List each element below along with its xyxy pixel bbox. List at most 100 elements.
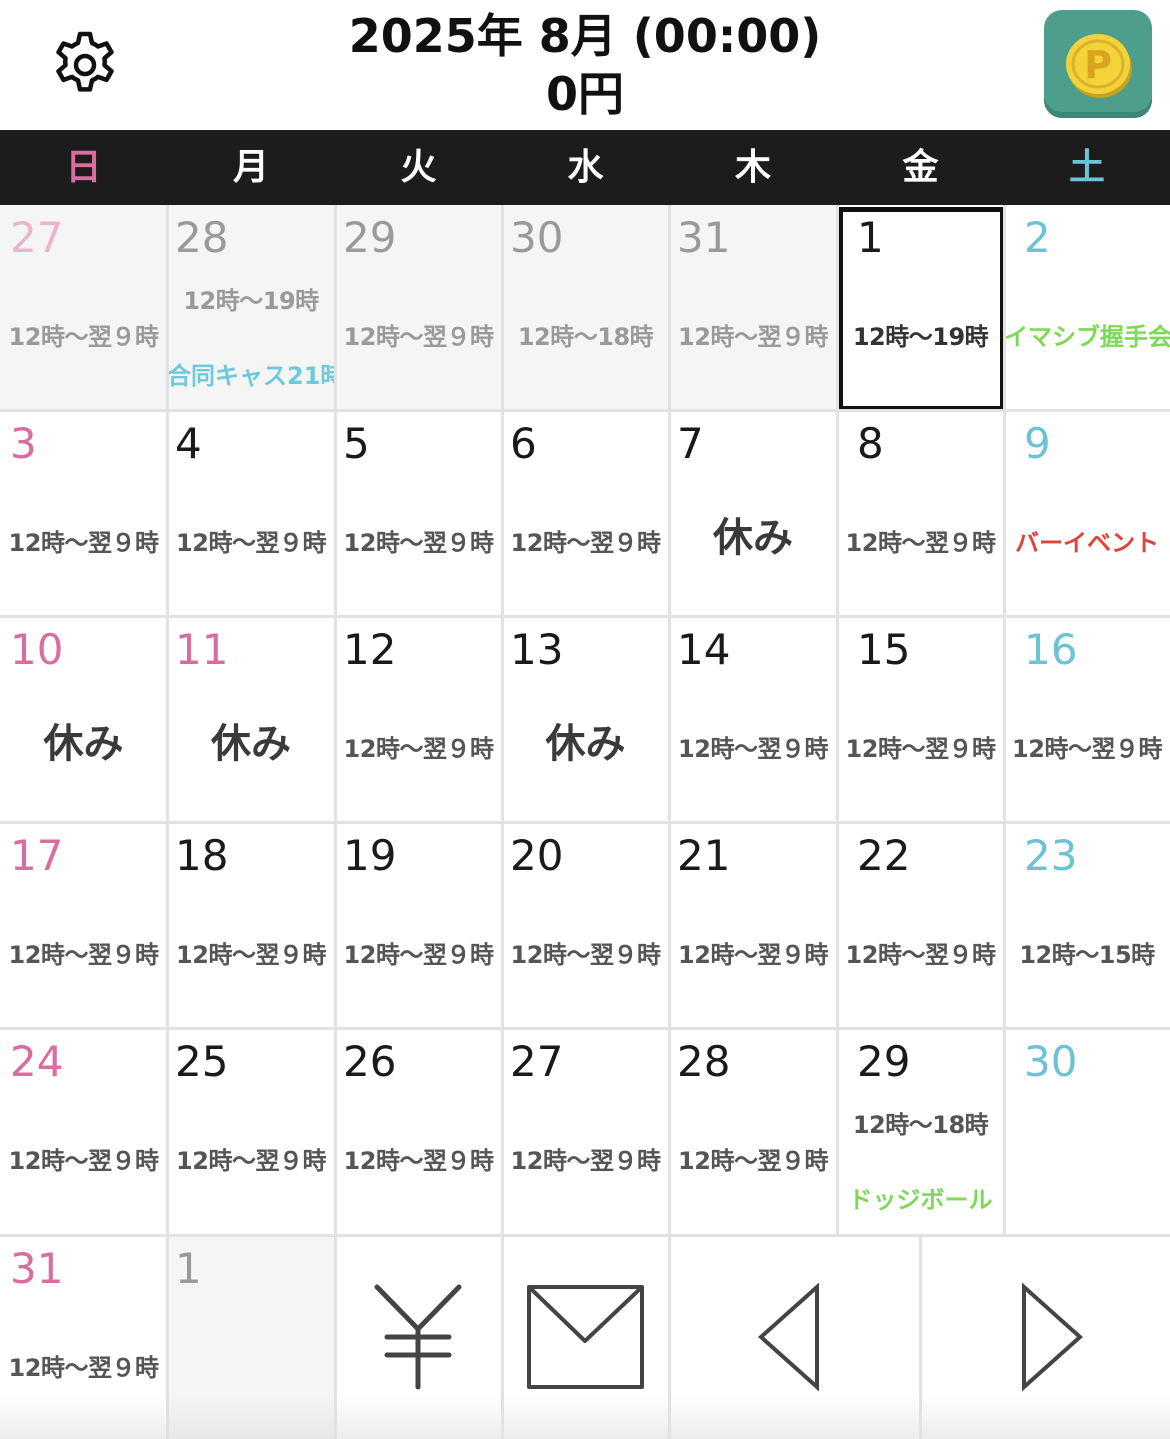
day-cell[interactable]: 7 休み (669, 411, 837, 617)
day-cell[interactable]: 2 イマシブ握手会 (1004, 205, 1170, 411)
shift-time: 12時〜翌９時 (8, 1147, 159, 1175)
day-cell[interactable]: 1 (167, 1236, 335, 1439)
shift-time: 12時〜翌９時 (343, 323, 494, 351)
point-coin-icon: P (1066, 34, 1132, 98)
day-cell[interactable]: 9 バーイベント (1004, 411, 1170, 617)
day-cell[interactable]: 3 12時〜翌９時 (0, 411, 167, 617)
day-cell[interactable]: 15 12時〜翌９時 (837, 617, 1004, 823)
day-cell[interactable]: 29 12時〜翌９時 (335, 205, 502, 411)
day-cell[interactable]: 30 (1004, 1029, 1170, 1236)
day-number: 31 (677, 213, 731, 262)
points-button[interactable]: P (1044, 10, 1152, 118)
day-cell[interactable]: 30 12時〜18時 (502, 205, 669, 411)
toolbar-divider (668, 1237, 671, 1439)
month-title: 2025年 8月 (00:00) (348, 9, 822, 63)
day-number: 12 (343, 625, 397, 674)
mail-button[interactable] (502, 1237, 669, 1439)
day-cell[interactable]: 22 12時〜翌９時 (837, 823, 1004, 1029)
day-number: 26 (343, 1037, 397, 1086)
shift-time: 12時〜翌９時 (678, 735, 828, 763)
day-number: 31 (10, 1244, 64, 1293)
day-number: 8 (857, 419, 884, 468)
weekday-1: 月 (232, 147, 269, 188)
yen-icon (374, 1284, 462, 1390)
shift-time: 12時〜翌９時 (678, 941, 828, 969)
day-cell[interactable]: 5 12時〜翌９時 (335, 411, 502, 617)
shift-time: 12時〜翌９時 (510, 941, 661, 969)
day-off-label: 休み (545, 721, 626, 767)
day-cell[interactable]: 10 休み (0, 617, 167, 823)
shift-time: 12時〜翌９時 (845, 941, 996, 969)
grid-divider (0, 821, 1170, 824)
day-cell[interactable]: 27 12時〜翌９時 (502, 1029, 669, 1236)
day-number: 9 (1024, 419, 1051, 468)
app-header: 2025年 8月 (00:00) 0円 P (0, 0, 1170, 130)
day-cell[interactable]: 31 12時〜翌９時 (0, 1236, 167, 1439)
next-month-button[interactable] (920, 1237, 1170, 1439)
day-number: 23 (1024, 831, 1078, 880)
grid-divider (0, 1027, 1170, 1030)
day-cell[interactable]: 27 12時〜翌９時 (0, 205, 167, 411)
day-number: 7 (677, 419, 704, 468)
shift-time: 12時〜翌９時 (845, 529, 996, 557)
day-cell[interactable]: 21 12時〜翌９時 (669, 823, 837, 1029)
toolbar-divider (334, 1237, 337, 1439)
day-cell[interactable]: 8 12時〜翌９時 (837, 411, 1004, 617)
grid-divider (0, 615, 1170, 618)
day-cell[interactable]: 19 12時〜翌９時 (335, 823, 502, 1029)
day-cell[interactable]: 6 12時〜翌９時 (502, 411, 669, 617)
day-cell[interactable]: 25 12時〜翌９時 (167, 1029, 335, 1236)
day-cell[interactable]: 29 12時〜18時 ドッジボール (837, 1029, 1004, 1236)
shift-time: 12時〜翌９時 (343, 1147, 494, 1175)
day-cell[interactable]: 31 12時〜翌９時 (669, 205, 837, 411)
event-label: イマシブ握手会 (1004, 323, 1170, 351)
day-cell[interactable]: 26 12時〜翌９時 (335, 1029, 502, 1236)
toolbar-divider (501, 1237, 504, 1439)
day-number: 14 (677, 625, 731, 674)
shift-time: 12時〜翌９時 (678, 323, 828, 351)
day-cell[interactable]: 17 12時〜翌９時 (0, 823, 167, 1029)
day-cell[interactable]: 23 12時〜15時 (1004, 823, 1170, 1029)
shift-time: 12時〜翌９時 (510, 529, 661, 557)
shift-time: 12時〜翌９時 (343, 941, 494, 969)
svg-text:P: P (1084, 43, 1112, 87)
weekday-3: 水 (567, 147, 604, 188)
day-number: 28 (175, 213, 229, 262)
yen-button[interactable] (335, 1237, 502, 1439)
day-cell[interactable]: 14 12時〜翌９時 (669, 617, 837, 823)
event-label: バーイベント (1015, 529, 1159, 557)
weekday-6: 土 (1068, 147, 1105, 188)
day-number: 28 (677, 1037, 731, 1086)
weekday-0: 日 (65, 147, 102, 188)
day-cell[interactable]: 20 12時〜翌９時 (502, 823, 669, 1029)
prev-month-button[interactable] (669, 1237, 920, 1439)
shift-time: 12時〜15時 (1019, 941, 1155, 969)
day-number: 17 (10, 831, 64, 880)
day-number: 16 (1024, 625, 1078, 674)
earnings-amount: 0円 (545, 67, 624, 121)
day-cell[interactable]: 28 12時〜19時 合同キャス21時 (167, 205, 335, 411)
day-cell[interactable]: 11 休み (167, 617, 335, 823)
shift-time: 12時〜翌９時 (510, 1147, 661, 1175)
shift-time: 12時〜翌９時 (8, 1354, 159, 1382)
day-cell[interactable]: 18 12時〜翌９時 (167, 823, 335, 1029)
day-cell[interactable]: 12 12時〜翌９時 (335, 617, 502, 823)
weekday-5: 金 (902, 147, 939, 188)
day-cell[interactable]: 24 12時〜翌９時 (0, 1029, 167, 1236)
day-cell[interactable]: 28 12時〜翌９時 (669, 1029, 837, 1236)
day-number: 2 (1024, 213, 1051, 262)
day-number: 30 (1024, 1037, 1078, 1086)
day-number: 11 (175, 625, 229, 674)
day-number: 3 (10, 419, 37, 468)
shift-time: 12時〜翌９時 (1012, 735, 1162, 763)
day-number: 21 (677, 831, 731, 880)
day-cell[interactable]: 16 12時〜翌９時 (1004, 617, 1170, 823)
day-cell[interactable]: 4 12時〜翌９時 (167, 411, 335, 617)
shift-time: 12時〜翌９時 (678, 1147, 828, 1175)
day-number: 13 (510, 625, 564, 674)
today-highlight (838, 207, 1005, 411)
day-number: 18 (175, 831, 229, 880)
day-number: 27 (510, 1037, 564, 1086)
weekday-2: 火 (400, 147, 437, 188)
day-cell[interactable]: 13 休み (502, 617, 669, 823)
